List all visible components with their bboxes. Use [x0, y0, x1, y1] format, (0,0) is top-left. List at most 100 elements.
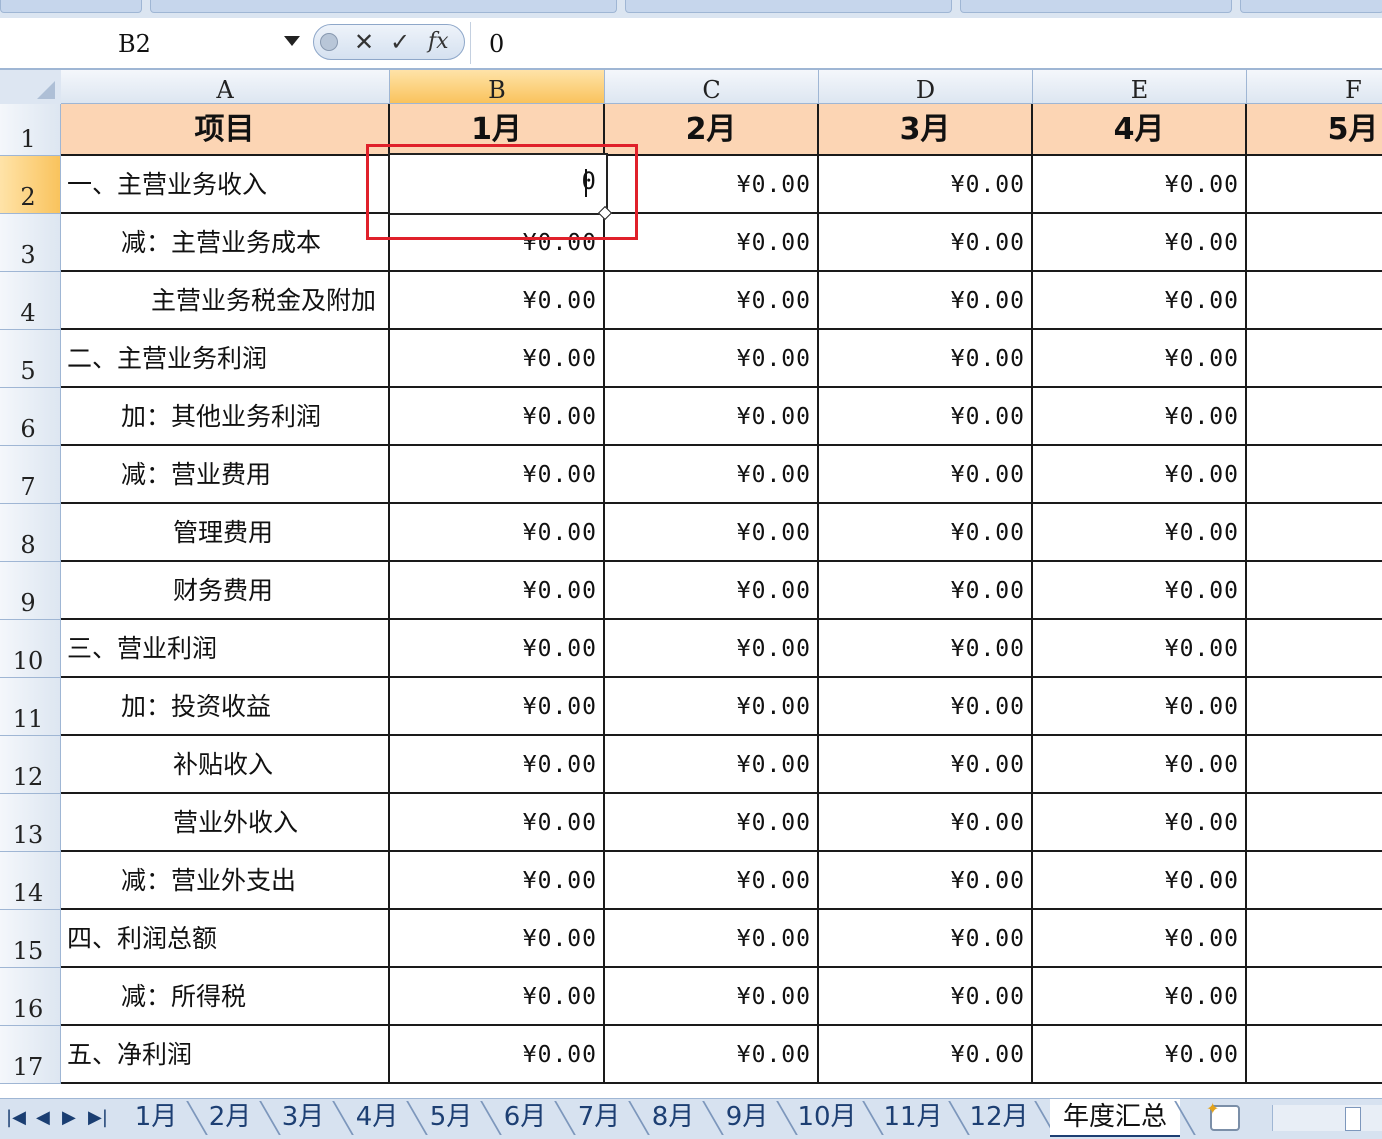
- item-label-cell[interactable]: 主营业务税金及附加: [61, 272, 390, 330]
- value-cell[interactable]: ¥0.00: [819, 446, 1033, 504]
- row-header[interactable]: 8: [0, 504, 61, 562]
- value-cell[interactable]: ¥0.00: [605, 388, 819, 446]
- value-cell[interactable]: ¥0.00: [1033, 272, 1247, 330]
- sheet-tab[interactable]: 2月: [195, 1099, 281, 1135]
- item-label-cell[interactable]: 减：所得税: [61, 968, 390, 1026]
- value-cell[interactable]: ¥0.00: [819, 272, 1033, 330]
- prev-sheet-icon[interactable]: ◀: [36, 1107, 50, 1128]
- value-cell[interactable]: ¥0.00: [819, 852, 1033, 910]
- sheet-tab[interactable]: 4月: [342, 1099, 428, 1135]
- header-cell[interactable]: 5月: [1247, 104, 1382, 156]
- value-cell[interactable]: ¥0.00: [390, 736, 605, 794]
- value-cell[interactable]: ¥0.00: [1033, 678, 1247, 736]
- sheet-tab[interactable]: 12月: [958, 1099, 1056, 1135]
- item-label-cell[interactable]: 五、净利润: [61, 1026, 390, 1084]
- value-cell[interactable]: ¥0.00: [390, 562, 605, 620]
- item-label-cell[interactable]: 补贴收入: [61, 736, 390, 794]
- column-header-c[interactable]: C: [605, 70, 819, 104]
- value-cell[interactable]: [1247, 562, 1382, 620]
- insert-sheet-icon[interactable]: ✦: [1206, 1099, 1240, 1131]
- column-header-e[interactable]: E: [1033, 70, 1247, 104]
- value-cell[interactable]: ¥0.00: [605, 852, 819, 910]
- value-cell[interactable]: ¥0.00: [390, 1026, 605, 1084]
- value-cell[interactable]: [1247, 446, 1382, 504]
- value-cell[interactable]: [1247, 272, 1382, 330]
- value-cell[interactable]: ¥0.00: [605, 794, 819, 852]
- ribbon-group[interactable]: [150, 0, 617, 13]
- value-cell[interactable]: ¥0.00: [390, 330, 605, 388]
- sheet-tab[interactable]: 9月: [712, 1099, 798, 1135]
- row-header[interactable]: 5: [0, 330, 61, 388]
- value-cell[interactable]: [1247, 388, 1382, 446]
- value-cell[interactable]: ¥0.00: [605, 562, 819, 620]
- row-header[interactable]: 3: [0, 214, 61, 272]
- value-cell[interactable]: ¥0.00: [605, 736, 819, 794]
- row-header[interactable]: 13: [0, 794, 61, 852]
- value-cell[interactable]: ¥0.00: [1033, 794, 1247, 852]
- value-cell[interactable]: ¥0.00: [1033, 388, 1247, 446]
- item-label-cell[interactable]: 减：主营业务成本: [61, 214, 390, 272]
- ribbon-group[interactable]: [960, 0, 1232, 13]
- value-cell[interactable]: ¥0.00: [819, 620, 1033, 678]
- value-cell[interactable]: ¥0.00: [819, 562, 1033, 620]
- value-cell[interactable]: ¥0.00: [605, 678, 819, 736]
- sheet-tab[interactable]: 6月: [490, 1099, 576, 1135]
- column-header-f[interactable]: F: [1247, 70, 1382, 104]
- value-cell[interactable]: [1247, 214, 1382, 272]
- row-header[interactable]: 11: [0, 678, 61, 736]
- value-cell[interactable]: ¥0.00: [390, 794, 605, 852]
- value-cell[interactable]: [1247, 504, 1382, 562]
- value-cell[interactable]: ¥0.00: [605, 504, 819, 562]
- value-cell[interactable]: ¥0.00: [390, 910, 605, 968]
- value-cell[interactable]: [1247, 910, 1382, 968]
- value-cell[interactable]: ¥0.00: [819, 1026, 1033, 1084]
- row-header[interactable]: 1: [0, 104, 61, 156]
- value-cell[interactable]: ¥0.00: [1033, 910, 1247, 968]
- value-cell[interactable]: ¥0.00: [605, 1026, 819, 1084]
- value-cell[interactable]: ¥0.00: [1033, 504, 1247, 562]
- item-label-cell[interactable]: 财务费用: [61, 562, 390, 620]
- row-header[interactable]: 4: [0, 272, 61, 330]
- value-cell[interactable]: [1247, 736, 1382, 794]
- value-cell[interactable]: ¥0.00: [1033, 1026, 1247, 1084]
- sheet-tab[interactable]: 8月: [638, 1099, 724, 1135]
- value-cell[interactable]: ¥0.00: [1033, 968, 1247, 1026]
- value-cell[interactable]: ¥0.00: [819, 736, 1033, 794]
- value-cell[interactable]: ¥0.00: [819, 330, 1033, 388]
- value-cell[interactable]: ¥0.00: [819, 388, 1033, 446]
- header-cell[interactable]: 3月: [819, 104, 1033, 156]
- enter-icon[interactable]: ✓: [390, 25, 410, 59]
- value-cell[interactable]: ¥0.00: [1033, 156, 1247, 214]
- value-cell[interactable]: ¥0.00: [819, 214, 1033, 272]
- item-label-cell[interactable]: 一、主营业务收入: [61, 156, 390, 214]
- horizontal-scrollbar[interactable]: [1272, 1105, 1382, 1131]
- value-cell[interactable]: ¥0.00: [819, 910, 1033, 968]
- ribbon-group[interactable]: [625, 0, 952, 13]
- row-header[interactable]: 9: [0, 562, 61, 620]
- value-cell[interactable]: ¥0.00: [819, 156, 1033, 214]
- sheet-tab[interactable]: 年度汇总: [1050, 1099, 1196, 1137]
- column-header-a[interactable]: A: [61, 70, 390, 104]
- formula-input[interactable]: 0: [470, 22, 1371, 64]
- value-cell[interactable]: ¥0.00: [819, 678, 1033, 736]
- value-cell[interactable]: ¥0.00: [1033, 562, 1247, 620]
- value-cell[interactable]: ¥0.00: [390, 388, 605, 446]
- value-cell[interactable]: ¥0.00: [819, 968, 1033, 1026]
- item-label-cell[interactable]: 加：其他业务利润: [61, 388, 390, 446]
- scroll-thumb[interactable]: [1345, 1107, 1361, 1131]
- row-header[interactable]: 16: [0, 968, 61, 1026]
- sheet-tab[interactable]: 7月: [564, 1099, 650, 1135]
- select-all-button[interactable]: [0, 70, 62, 105]
- value-cell[interactable]: ¥0.00: [390, 446, 605, 504]
- item-label-cell[interactable]: 减：营业外支出: [61, 852, 390, 910]
- value-cell[interactable]: ¥0.00: [390, 852, 605, 910]
- ribbon-group[interactable]: [0, 0, 142, 13]
- value-cell[interactable]: ¥0.00: [605, 446, 819, 504]
- value-cell[interactable]: [1247, 794, 1382, 852]
- row-header[interactable]: 14: [0, 852, 61, 910]
- value-cell[interactable]: ¥0.00: [819, 794, 1033, 852]
- value-cell[interactable]: ¥0.00: [819, 504, 1033, 562]
- value-cell[interactable]: [1247, 330, 1382, 388]
- column-header-b[interactable]: B: [390, 70, 605, 104]
- row-header[interactable]: 12: [0, 736, 61, 794]
